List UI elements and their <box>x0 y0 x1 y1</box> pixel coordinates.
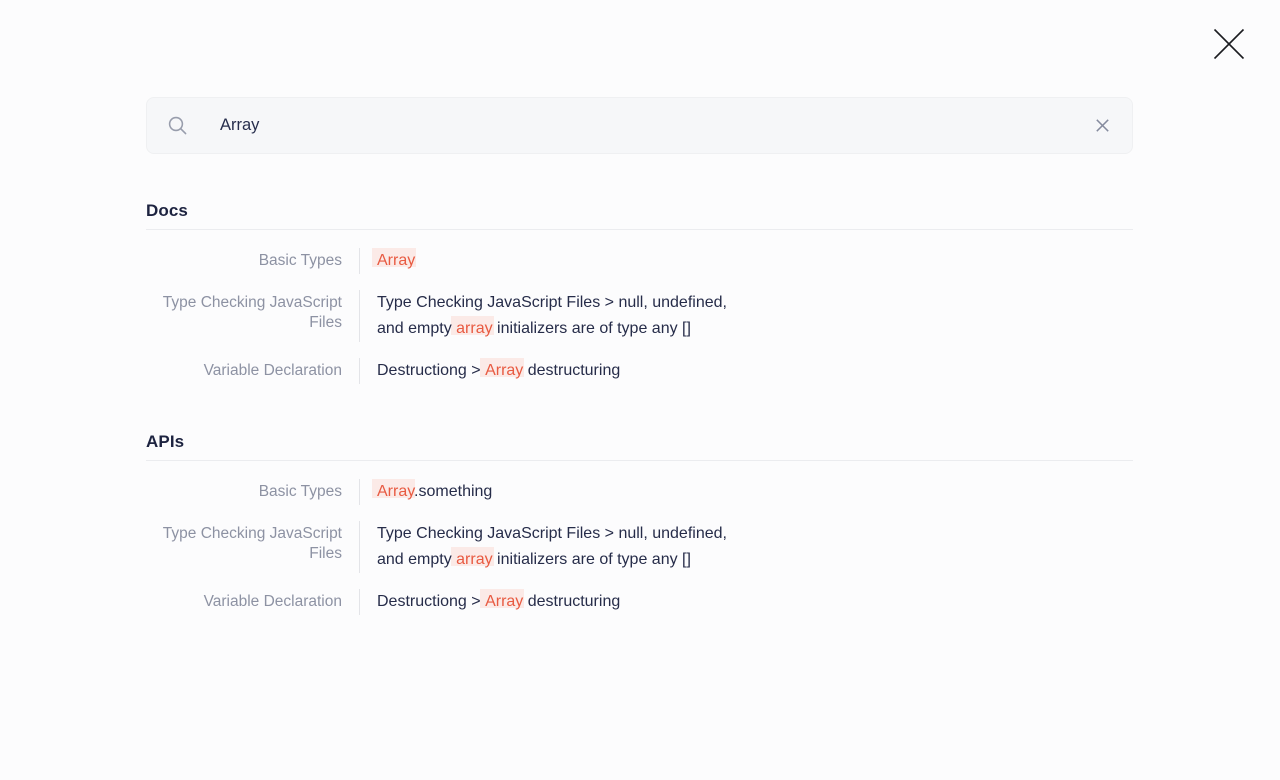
section-title: Docs <box>146 199 1133 230</box>
result-content: Destructiong > Array destructuring <box>377 358 620 384</box>
result-text: initializers are of type any [] <box>493 320 691 337</box>
section-rows: Basic Types Array Type Checking JavaScri… <box>146 230 1133 384</box>
search-overlay: Docs Basic Types Array Type Checking Jav… <box>146 97 1133 615</box>
clear-search-button[interactable] <box>1093 116 1112 135</box>
label-content-divider <box>359 589 360 615</box>
result-section: Docs Basic Types Array Type Checking Jav… <box>146 199 1133 384</box>
result-content: Destructiong > Array destructuring <box>377 589 620 615</box>
result-row[interactable]: Type Checking JavaScript Files Type Chec… <box>146 290 1133 342</box>
close-icon <box>1213 27 1245 61</box>
result-content: Type Checking JavaScript Files > null, u… <box>377 290 727 342</box>
label-content-divider <box>359 358 360 384</box>
section-title: APIs <box>146 430 1133 461</box>
results: Docs Basic Types Array Type Checking Jav… <box>146 199 1133 615</box>
result-text: initializers are of type any [] <box>493 551 691 568</box>
search-match-highlight: Array <box>485 362 523 379</box>
label-content-divider <box>359 521 360 573</box>
search-match-highlight: array <box>456 320 492 337</box>
result-content: Array <box>377 248 415 274</box>
result-row[interactable]: Variable Declaration Destructiong > Arra… <box>146 358 1133 384</box>
result-text: Destructiong > <box>377 362 485 379</box>
result-row[interactable]: Basic Types Array.something <box>146 479 1133 505</box>
search-bar <box>146 97 1133 154</box>
result-text: destructuring <box>523 362 620 379</box>
result-text: Type Checking JavaScript Files > null, u… <box>377 294 727 311</box>
search-match-highlight: Array <box>377 252 415 269</box>
result-content: Type Checking JavaScript Files > null, u… <box>377 521 727 573</box>
result-label: Type Checking JavaScript Files <box>146 521 342 573</box>
result-label: Basic Types <box>146 248 342 274</box>
section-rows: Basic Types Array.something Type Checkin… <box>146 461 1133 615</box>
result-row[interactable]: Variable Declaration Destructiong > Arra… <box>146 589 1133 615</box>
result-label: Variable Declaration <box>146 358 342 384</box>
label-content-divider <box>359 248 360 274</box>
close-button[interactable] <box>1211 26 1247 62</box>
result-text: destructuring <box>523 593 620 610</box>
clear-search-icon <box>1095 118 1110 133</box>
label-content-divider <box>359 479 360 505</box>
search-icon <box>167 115 188 136</box>
label-content-divider <box>359 290 360 342</box>
search-match-highlight: array <box>456 551 492 568</box>
result-section: APIs Basic Types Array.something Type Ch… <box>146 430 1133 615</box>
result-text: Destructiong > <box>377 593 485 610</box>
result-text: and empty <box>377 551 456 568</box>
result-label: Basic Types <box>146 479 342 505</box>
result-content: Array.something <box>377 479 492 505</box>
search-input[interactable] <box>220 116 1093 135</box>
result-row[interactable]: Type Checking JavaScript Files Type Chec… <box>146 521 1133 573</box>
result-label: Type Checking JavaScript Files <box>146 290 342 342</box>
search-match-highlight: Array <box>485 593 523 610</box>
result-text: .something <box>414 483 492 500</box>
result-label: Variable Declaration <box>146 589 342 615</box>
result-text: Type Checking JavaScript Files > null, u… <box>377 525 727 542</box>
search-match-highlight: Array <box>377 483 414 500</box>
result-row[interactable]: Basic Types Array <box>146 248 1133 274</box>
result-text: and empty <box>377 320 456 337</box>
